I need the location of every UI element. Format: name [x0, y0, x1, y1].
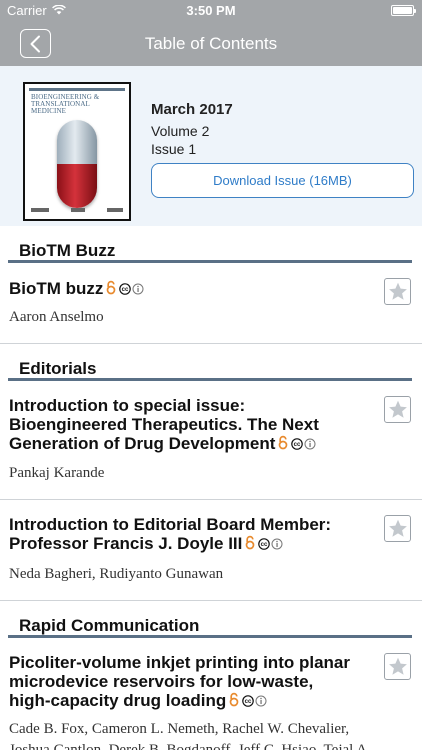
cover-journal-title: BIOENGINEERING & TRANSLATIONAL MEDICINE	[31, 93, 100, 115]
svg-text:cc: cc	[261, 542, 268, 548]
star-icon	[389, 519, 407, 537]
page-title: Table of Contents	[144, 34, 278, 53]
issue-header: BIOENGINEERING & TRANSLATIONAL MEDICINE	[0, 66, 422, 226]
section-title: Editorials	[19, 359, 97, 378]
favorite-button[interactable]	[384, 278, 411, 305]
download-issue-button[interactable]: Download Issue (16MB)	[151, 163, 414, 198]
article-title[interactable]: Picoliter-volume inkjet printing into pl…	[9, 653, 374, 710]
section-header: Editorials	[8, 355, 412, 381]
open-access-icon	[245, 535, 255, 550]
open-access-icon	[106, 280, 116, 295]
creative-commons-icon: cc	[291, 438, 317, 450]
issue-volume: Volume 2	[151, 123, 210, 139]
favorite-button[interactable]	[384, 396, 411, 423]
section-header: Rapid Communication	[8, 612, 412, 638]
section-rule	[8, 260, 412, 263]
status-bar: Carrier 3:50 PM	[0, 0, 422, 22]
star-icon	[389, 657, 407, 675]
section-title: Rapid Communication	[19, 616, 200, 635]
svg-text:cc: cc	[294, 442, 301, 448]
section-rule	[8, 378, 412, 381]
article-authors: Neda Bagheri, Rudiyanto Gunawan	[9, 566, 224, 582]
article-authors: Aaron Anselmo	[9, 309, 104, 325]
cover-publisher-logos	[31, 206, 123, 213]
favorite-button[interactable]	[384, 515, 411, 542]
cover-pill-illustration	[57, 120, 97, 208]
article-title[interactable]: BioTM buzz cc	[9, 279, 374, 298]
article-authors: Pankaj Karande	[9, 465, 105, 481]
issue-number: Issue 1	[151, 141, 197, 157]
issue-date: March 2017	[151, 101, 233, 118]
creative-commons-icon: cc	[119, 283, 145, 295]
issue-cover-image[interactable]: BIOENGINEERING & TRANSLATIONAL MEDICINE	[23, 82, 131, 221]
article-title[interactable]: Introduction to special issue: Bioenginee…	[9, 396, 374, 453]
star-icon	[389, 400, 407, 418]
favorite-button[interactable]	[384, 653, 411, 680]
article-authors: Cade B. Fox, Cameron L. Nemeth, Rachel W…	[9, 721, 350, 737]
article-authors: Joshua Cantlon, Derek B. Bogdanoff, Jeff…	[9, 742, 371, 750]
creative-commons-icon: cc	[242, 695, 268, 707]
section-title: BioTM Buzz	[19, 241, 116, 260]
navigation-bar: Carrier 3:50 PM Table of Contents	[0, 0, 422, 66]
svg-text:cc: cc	[245, 699, 252, 705]
creative-commons-icon: cc	[258, 538, 284, 550]
article-title[interactable]: Introduction to Editorial Board Member: P…	[9, 515, 374, 553]
section-rule	[8, 635, 412, 638]
section-header: BioTM Buzz	[8, 237, 412, 263]
open-access-icon	[278, 435, 288, 450]
battery-icon	[391, 5, 416, 16]
star-icon	[389, 282, 407, 300]
svg-text:cc: cc	[122, 287, 129, 293]
status-time: 3:50 PM	[186, 3, 236, 18]
open-access-icon	[229, 692, 239, 707]
